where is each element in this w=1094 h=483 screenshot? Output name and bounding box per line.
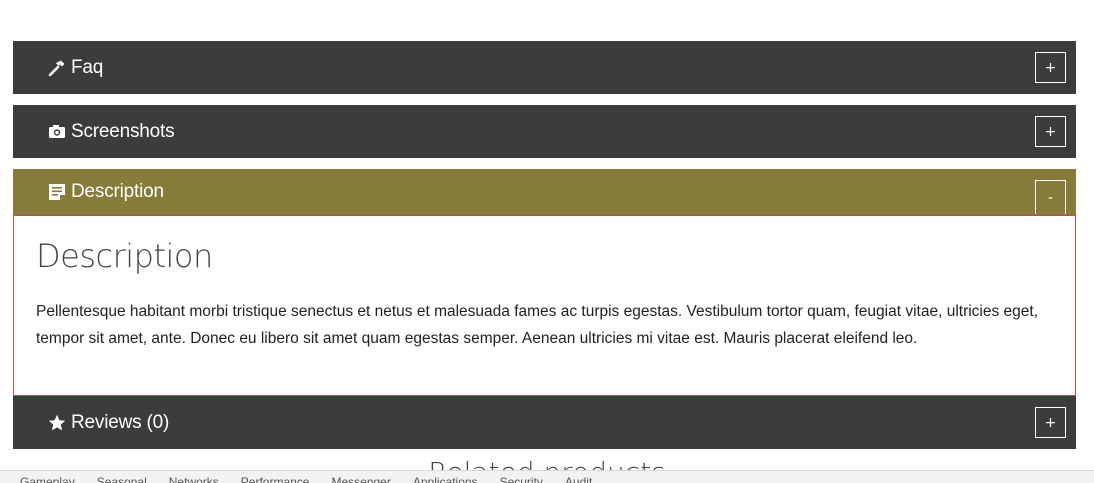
camera-icon xyxy=(48,123,66,141)
bottom-link[interactable]: Performance xyxy=(241,475,310,483)
accordion-title-screenshots: Screenshots xyxy=(71,120,175,142)
accordion-header-reviews[interactable]: Reviews (0) + xyxy=(13,396,1076,449)
accordion-title-reviews: Reviews (0) xyxy=(71,411,170,433)
bottom-link[interactable]: Seasonal xyxy=(97,475,147,483)
page: Faq + Screenshots + Description - Descri… xyxy=(0,0,1094,483)
bottom-link[interactable]: Gameplay xyxy=(20,475,75,483)
accordion-title-description: Description xyxy=(71,181,164,202)
panel-heading: Description xyxy=(36,237,213,275)
description-collapse-button[interactable]: - xyxy=(1035,180,1066,214)
description-panel: Description Pellentesque habitant morbi … xyxy=(13,215,1076,396)
screenshots-expand-button[interactable]: + xyxy=(1035,116,1066,147)
bottom-link[interactable]: Applications xyxy=(413,475,478,483)
accordion-header-screenshots[interactable]: Screenshots + xyxy=(13,105,1076,158)
bottom-link-bar: Gameplay Seasonal Networks Performance M… xyxy=(0,470,1094,483)
accordion-header-description[interactable]: Description - xyxy=(13,169,1076,215)
faq-expand-button[interactable]: + xyxy=(1035,52,1066,83)
bottom-link[interactable]: Security xyxy=(500,475,543,483)
bottom-link[interactable]: Messenger xyxy=(331,475,390,483)
accordion-header-faq[interactable]: Faq + xyxy=(13,41,1076,94)
star-icon xyxy=(48,414,66,432)
accordion-title-faq: Faq xyxy=(71,56,104,78)
note-icon xyxy=(48,183,66,201)
reviews-expand-button[interactable]: + xyxy=(1035,407,1066,438)
panel-text: Pellentesque habitant morbi tristique se… xyxy=(36,303,1039,347)
bottom-link[interactable]: Audit xyxy=(565,475,592,483)
hammer-icon xyxy=(48,59,66,77)
bottom-link[interactable]: Networks xyxy=(169,475,219,483)
